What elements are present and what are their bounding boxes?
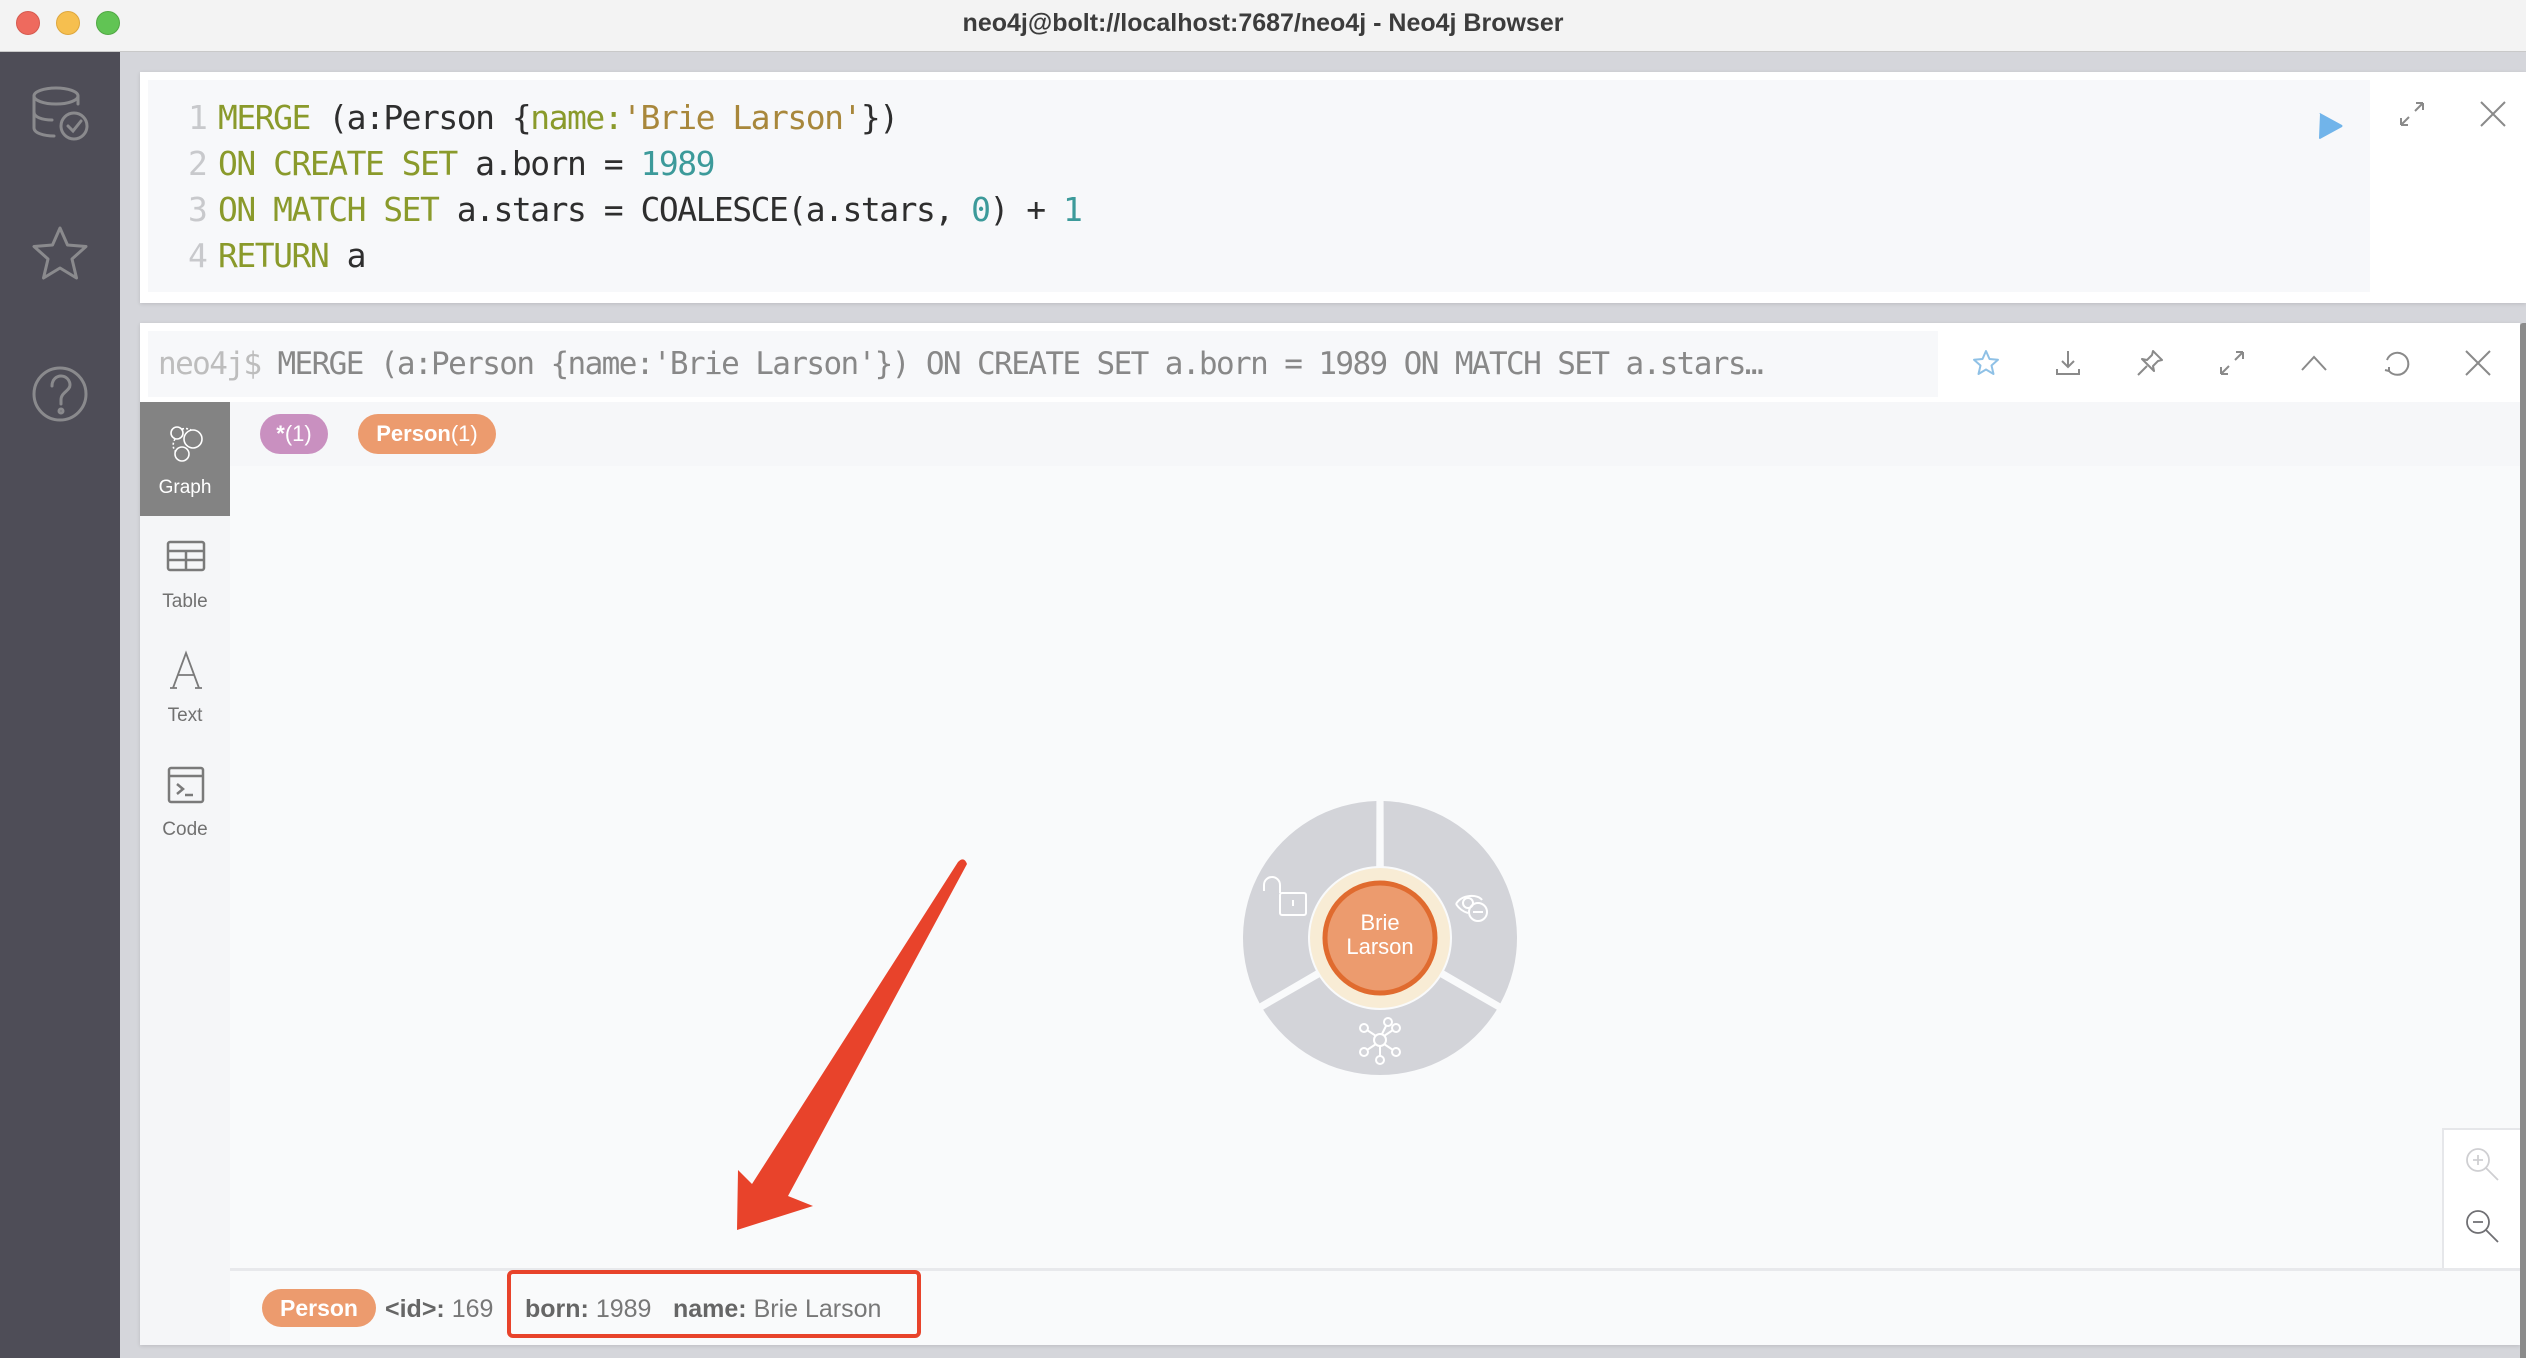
- close-editor-button[interactable]: [2473, 94, 2513, 134]
- node-label-pill[interactable]: Person: [262, 1289, 376, 1327]
- query-summary[interactable]: neo4j$ MERGE (a:Person {name:'Brie Larso…: [148, 331, 1938, 397]
- window-titlebar: neo4j@bolt://localhost:7687/neo4j - Neo4…: [0, 0, 2526, 52]
- table-icon: [166, 540, 206, 572]
- tab-code[interactable]: Code: [140, 744, 230, 858]
- code-token: 1989: [640, 144, 715, 183]
- database-check-icon[interactable]: [28, 82, 92, 146]
- code-token: ON MATCH SET: [218, 190, 440, 229]
- node-caption: Larson: [1346, 934, 1413, 959]
- collapse-button[interactable]: [2286, 335, 2342, 391]
- prompt-label: neo4j$: [158, 346, 262, 382]
- tab-label: Table: [162, 591, 208, 612]
- label-pill-person[interactable]: Person(1): [358, 414, 496, 454]
- zoom-in-icon[interactable]: [2462, 1144, 2502, 1184]
- tab-text[interactable]: Text: [140, 630, 230, 744]
- zoom-controls: [2442, 1128, 2520, 1270]
- tab-label: Code: [162, 819, 208, 840]
- download-button[interactable]: [2040, 335, 2096, 391]
- code-token: 0: [971, 190, 991, 229]
- pin-button[interactable]: [2122, 335, 2178, 391]
- query-text: MERGE (a:Person {name:'Brie Larson'}) ON…: [260, 346, 1763, 382]
- code-token: ON CREATE SET: [218, 144, 458, 183]
- code-token: a.born =: [456, 144, 641, 183]
- graph-icon: [170, 426, 203, 462]
- code-token: }): [860, 98, 899, 137]
- code-token: 1: [1062, 190, 1083, 229]
- rerun-button[interactable]: [2368, 335, 2424, 391]
- close-icon: [2480, 101, 2506, 127]
- tab-table[interactable]: Table: [140, 516, 230, 630]
- help-icon[interactable]: [28, 362, 92, 426]
- window-title: neo4j@bolt://localhost:7687/neo4j - Neo4…: [962, 9, 1564, 37]
- line-number: 3: [188, 190, 208, 229]
- result-frame: neo4j$ MERGE (a:Person {name:'Brie Larso…: [140, 323, 2520, 1345]
- zoom-out-icon[interactable]: [2462, 1206, 2502, 1246]
- node-caption: Brie: [1360, 910, 1399, 935]
- code-token: name:: [530, 98, 623, 137]
- annotation-highlight-box: [507, 1270, 921, 1338]
- line-number: 1: [188, 98, 208, 137]
- fullscreen-button[interactable]: [2204, 335, 2260, 391]
- editor-frame: 1 MERGE (a:Person {name:'Brie Larson'}) 2…: [140, 72, 2526, 303]
- code-token: a.stars = COALESCE(a.stars,: [438, 190, 972, 229]
- tab-label: Text: [167, 705, 203, 726]
- label-legend: *(1) Person(1): [230, 402, 2520, 466]
- view-tabs: Graph Table Text Code: [140, 402, 230, 1345]
- code-line: 3 ON MATCH SET a.stars = COALESCE(a.stars…: [188, 187, 1083, 233]
- sidebar: [0, 52, 120, 1358]
- scrollbar[interactable]: [2520, 323, 2526, 1358]
- run-button[interactable]: [2310, 106, 2350, 146]
- code-token: a: [328, 236, 367, 275]
- collapse-icon: [2301, 355, 2327, 371]
- code-line: 1 MERGE (a:Person {name:'Brie Larson'}): [188, 95, 899, 141]
- close-result-button[interactable]: [2450, 335, 2506, 391]
- code-line: 2 ON CREATE SET a.born = 1989: [188, 141, 715, 187]
- line-number: 2: [188, 144, 208, 183]
- tab-label: Graph: [158, 477, 212, 498]
- code-token: ) +: [989, 190, 1063, 229]
- pin-icon: [2137, 350, 2163, 376]
- graph-canvas[interactable]: *(1) Person(1) Brie Larson: [230, 402, 2520, 1270]
- rerun-icon: [2384, 351, 2410, 376]
- code-token: MERGE: [218, 98, 311, 137]
- line-number: 4: [188, 236, 208, 275]
- cypher-editor[interactable]: 1 MERGE (a:Person {name:'Brie Larson'}) 2…: [148, 80, 2370, 292]
- code-icon: [167, 766, 205, 804]
- node-ring-menu: Brie Larson: [1243, 801, 1517, 1075]
- star-icon[interactable]: [28, 222, 92, 286]
- expand-icon: [2400, 102, 2424, 126]
- code-token: 'Brie Larson': [622, 98, 862, 137]
- text-icon: [170, 650, 202, 689]
- close-icon: [2465, 350, 2491, 376]
- code-token: RETURN: [218, 236, 330, 275]
- tab-graph[interactable]: Graph: [140, 402, 230, 516]
- property-id: <id>: 169: [385, 1295, 494, 1323]
- expand-editor-button[interactable]: [2392, 94, 2432, 134]
- play-icon: [2319, 113, 2343, 139]
- label-pill-all[interactable]: *(1): [260, 414, 328, 454]
- code-token: (a:Person {: [309, 98, 532, 137]
- favorite-button[interactable]: [1958, 335, 2014, 391]
- expand-icon: [2220, 351, 2244, 375]
- code-line: 4 RETURN a: [188, 233, 367, 279]
- download-icon: [2056, 351, 2080, 375]
- star-icon: [1973, 350, 1999, 375]
